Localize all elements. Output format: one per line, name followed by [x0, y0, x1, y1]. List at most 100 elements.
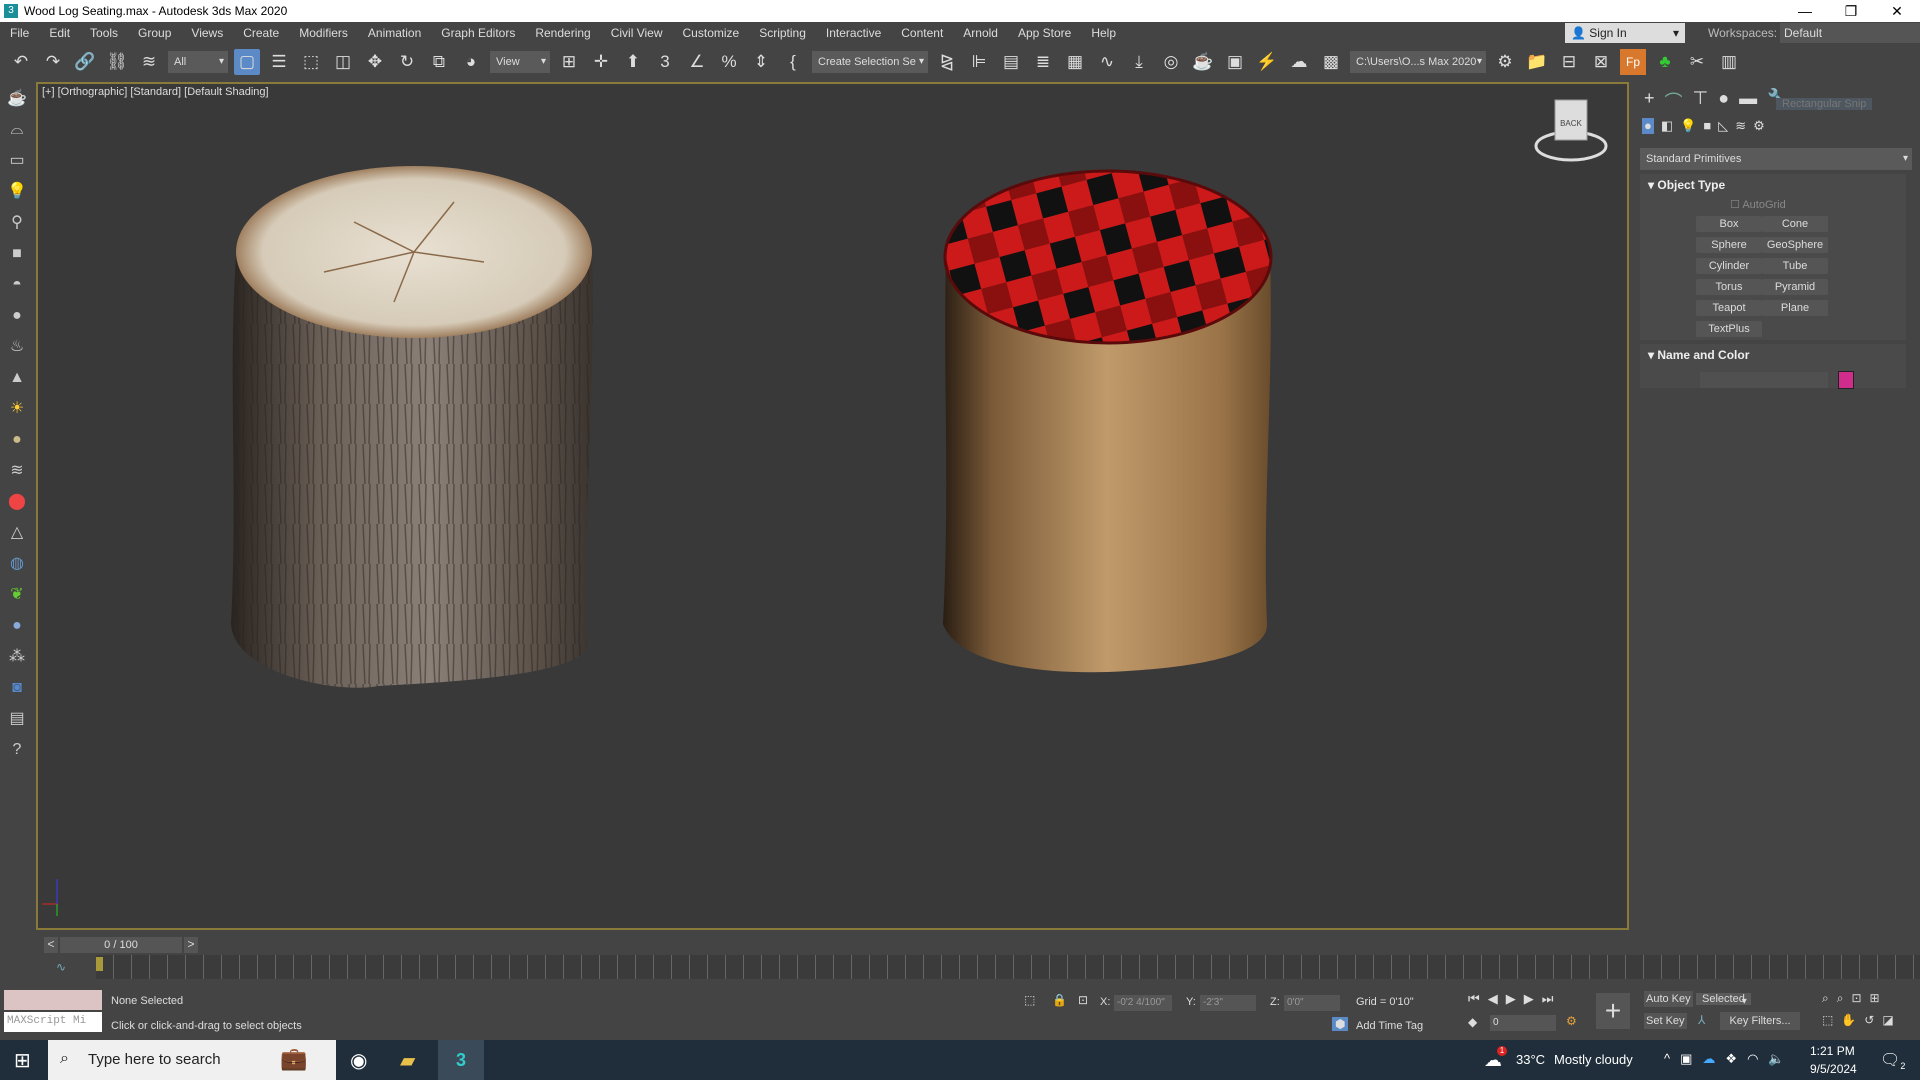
- menu-file[interactable]: File: [0, 22, 39, 44]
- timeline-track[interactable]: [96, 955, 1920, 979]
- box-icon[interactable]: ■: [6, 243, 28, 265]
- create-textplus-button[interactable]: TextPlus: [1696, 321, 1762, 337]
- set-keys-icon[interactable]: +: [1596, 993, 1630, 1029]
- tools-icon[interactable]: ✂: [1684, 49, 1710, 75]
- 3dsmax-taskbar-icon[interactable]: 3: [438, 1040, 484, 1080]
- rotate-icon[interactable]: ↻: [394, 49, 420, 75]
- spreadsheet-icon[interactable]: ▥: [1716, 49, 1742, 75]
- previous-frame-icon[interactable]: ◀: [1488, 991, 1498, 1007]
- ribbon-icon[interactable]: ▦: [1062, 49, 1088, 75]
- tree-icon[interactable]: ♣: [1652, 49, 1678, 75]
- taskbar-search-box[interactable]: ⌕ Type here to search 💼: [48, 1040, 336, 1080]
- render-icon[interactable]: ◙: [6, 677, 28, 699]
- wifi-icon[interactable]: ◠: [1747, 1051, 1758, 1067]
- chrome-icon[interactable]: ◉: [350, 1048, 367, 1073]
- add-time-tag-icon[interactable]: ⬢: [1332, 1017, 1349, 1031]
- lock-icon[interactable]: 🔒: [1052, 993, 1067, 1007]
- create-pyramid-button[interactable]: Pyramid: [1762, 279, 1828, 295]
- menu-rendering[interactable]: Rendering: [525, 22, 600, 44]
- name-and-color-header[interactable]: ▾ Name and Color: [1640, 344, 1906, 366]
- create-plane-button[interactable]: Plane: [1762, 300, 1828, 316]
- lights-icon[interactable]: 💡: [1680, 118, 1696, 134]
- key-filters-button[interactable]: Key Filters...: [1720, 1012, 1800, 1030]
- go-to-start-icon[interactable]: ⏮: [1468, 991, 1480, 1007]
- create-cone-button[interactable]: Cone: [1762, 216, 1828, 232]
- isolate-icon[interactable]: ⬚: [1024, 993, 1035, 1007]
- hemisphere-icon[interactable]: ◓: [6, 274, 28, 296]
- weather-condition[interactable]: Mostly cloudy: [1554, 1052, 1633, 1067]
- systems-icon[interactable]: ⚙: [1753, 118, 1765, 134]
- shapes-icon[interactable]: ◧: [1661, 118, 1673, 134]
- autogrid-checkbox[interactable]: ☐ AutoGrid: [1730, 198, 1786, 211]
- menu-views[interactable]: Views: [181, 22, 233, 44]
- next-frame-icon[interactable]: ▶: [1524, 991, 1534, 1007]
- tree-stump-bark[interactable]: [231, 166, 593, 688]
- menu-graph-editors[interactable]: Graph Editors: [431, 22, 525, 44]
- placement-icon[interactable]: ◕: [458, 49, 484, 75]
- camera-icon[interactable]: ⚲: [6, 212, 28, 234]
- pan-icon[interactable]: ✋: [1841, 1013, 1856, 1027]
- time-slider[interactable]: < 0 / 100 >: [44, 937, 1624, 955]
- auto-key-button[interactable]: Auto Key: [1644, 991, 1693, 1007]
- project-map-icon[interactable]: ⊠: [1588, 49, 1614, 75]
- percent-snap-icon[interactable]: %: [716, 49, 742, 75]
- menu-app-store[interactable]: App Store: [1008, 22, 1081, 44]
- add-time-tag-button[interactable]: Add Time Tag: [1356, 1020, 1423, 1032]
- current-frame-input[interactable]: 0: [1490, 1015, 1556, 1031]
- globe-icon[interactable]: ◍: [6, 553, 28, 575]
- weather-temperature[interactable]: 33°C: [1516, 1052, 1545, 1067]
- primitive-category-dropdown[interactable]: Standard Primitives: [1640, 148, 1912, 170]
- plant-icon[interactable]: ♨: [6, 336, 28, 358]
- helpers-icon[interactable]: ◺: [1718, 118, 1728, 134]
- bind-space-warp-icon[interactable]: ≋: [136, 49, 162, 75]
- create-torus-button[interactable]: Torus: [1696, 279, 1762, 295]
- menu-customize[interactable]: Customize: [673, 22, 750, 44]
- create-teapot-button[interactable]: Teapot: [1696, 300, 1762, 316]
- angle-snap-icon[interactable]: ∠: [684, 49, 710, 75]
- absolute-mode-icon[interactable]: ⊡: [1078, 993, 1088, 1007]
- display-tab-icon[interactable]: ▬: [1739, 88, 1757, 114]
- redo-icon[interactable]: ↷: [40, 49, 66, 75]
- material-editor-icon[interactable]: ◎: [1158, 49, 1184, 75]
- object-type-header[interactable]: ▾ Object Type: [1640, 174, 1906, 196]
- orbit-icon[interactable]: ↺: [1864, 1013, 1874, 1027]
- frame-counter[interactable]: 0 / 100: [60, 937, 182, 953]
- unlink-icon[interactable]: ⛓: [104, 49, 130, 75]
- menu-group[interactable]: Group: [128, 22, 181, 44]
- environment-icon[interactable]: ●: [6, 615, 28, 637]
- field-of-view-icon[interactable]: ⬚: [1822, 1013, 1833, 1027]
- sign-in-button[interactable]: 👤 Sign In ▾: [1565, 23, 1685, 43]
- geometry-icon[interactable]: ●: [1642, 118, 1654, 134]
- schematic-view-icon[interactable]: ⤓: [1126, 49, 1152, 75]
- create-sphere-button[interactable]: Sphere: [1696, 237, 1762, 253]
- material-sphere-icon[interactable]: ●: [6, 429, 28, 451]
- key-mode-icon[interactable]: ◆: [1468, 1015, 1477, 1029]
- minimize-button[interactable]: —: [1782, 0, 1828, 22]
- file-explorer-icon[interactable]: ▰: [400, 1048, 415, 1073]
- render-frame-window-icon[interactable]: ▩: [1318, 49, 1344, 75]
- reference-coordinate-dropdown[interactable]: View: [490, 51, 550, 73]
- time-slider-thumb[interactable]: [96, 957, 103, 971]
- viewcube[interactable]: BACK: [1534, 99, 1608, 162]
- teapot-icon[interactable]: ☕: [6, 88, 28, 110]
- menu-content[interactable]: Content: [891, 22, 953, 44]
- light-icon[interactable]: 💡: [6, 181, 28, 203]
- mirror-icon[interactable]: ⧎: [934, 49, 960, 75]
- menu-tools[interactable]: Tools: [80, 22, 128, 44]
- object-name-input[interactable]: [1700, 372, 1828, 388]
- play-icon[interactable]: ▶: [1506, 991, 1516, 1007]
- cone-icon[interactable]: ▲: [6, 367, 28, 389]
- project-settings-icon[interactable]: ⚙: [1492, 49, 1518, 75]
- snaps-toggle-icon[interactable]: 3: [652, 49, 678, 75]
- display-icon[interactable]: ▭: [6, 150, 28, 172]
- dropbox-icon[interactable]: ❖: [1725, 1051, 1737, 1067]
- zoom-all-icon[interactable]: ⌕: [1837, 991, 1844, 1006]
- default-tangents-icon[interactable]: ⅄: [1698, 1013, 1705, 1027]
- render-production-icon[interactable]: ⚡: [1254, 49, 1280, 75]
- forest-pack-icon[interactable]: Fp: [1620, 49, 1646, 75]
- next-frame-button[interactable]: >: [184, 937, 198, 953]
- clock-date[interactable]: 9/5/2024: [1810, 1062, 1857, 1076]
- pivot-icon[interactable]: ⊞: [556, 49, 582, 75]
- create-geosphere-button[interactable]: GeoSphere: [1762, 237, 1828, 253]
- create-cylinder-button[interactable]: Cylinder: [1696, 258, 1762, 274]
